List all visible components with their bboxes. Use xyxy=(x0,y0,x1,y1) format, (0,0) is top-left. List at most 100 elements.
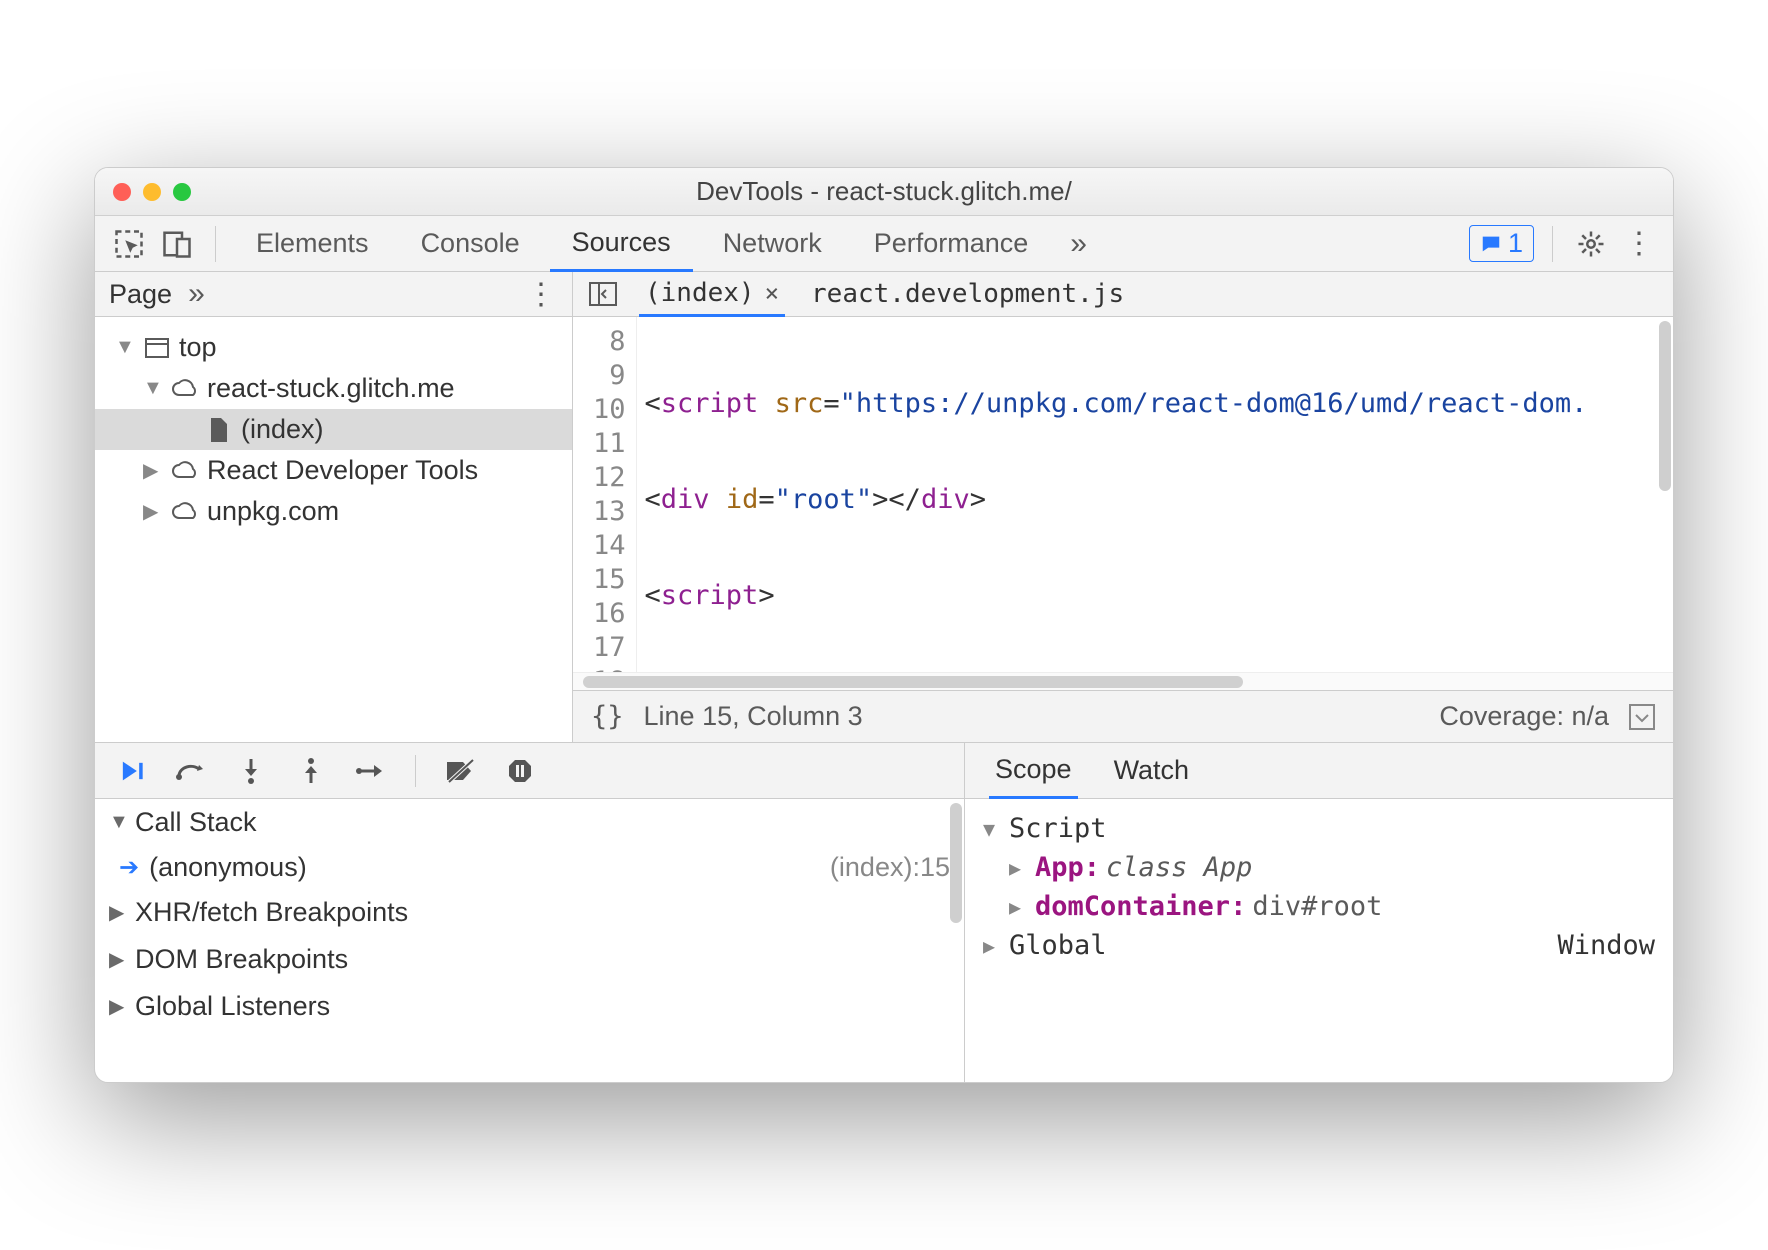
line-number[interactable]: 18 xyxy=(593,665,626,672)
disclosure-triangle-icon[interactable]: ▶ xyxy=(109,994,129,1019)
messages-badge[interactable]: 1 xyxy=(1469,225,1534,262)
disclosure-triangle-icon[interactable]: ▶ xyxy=(143,458,163,483)
code-line: <script src="https://unpkg.com/react-dom… xyxy=(645,387,1673,421)
pretty-print-icon[interactable]: {} xyxy=(591,701,624,732)
line-number[interactable]: 8 xyxy=(593,325,626,359)
devtools-window: DevTools - react-stuck.glitch.me/ Elemen… xyxy=(94,167,1674,1083)
scrollbar-thumb[interactable] xyxy=(583,676,1243,688)
line-number[interactable]: 11 xyxy=(593,427,626,461)
kebab-menu-icon[interactable]: ⋮ xyxy=(1619,226,1659,261)
disclosure-triangle-icon[interactable]: ▼ xyxy=(115,336,135,359)
tab-watch[interactable]: Watch xyxy=(1108,743,1196,799)
disclosure-triangle-icon[interactable]: ▶ xyxy=(983,934,1003,958)
editor-tab-label: react.development.js xyxy=(811,279,1124,309)
step-over-button[interactable] xyxy=(175,755,207,787)
disclosure-triangle-icon[interactable]: ▼ xyxy=(983,817,1003,841)
call-stack-label: Call Stack xyxy=(135,807,257,838)
frame-name: (anonymous) xyxy=(149,852,307,883)
tree-row-origin[interactable]: ▼ react-stuck.glitch.me xyxy=(95,368,572,409)
scope-section-script[interactable]: ▼ Script xyxy=(983,809,1655,848)
line-number[interactable]: 10 xyxy=(593,393,626,427)
line-gutter[interactable]: 8 9 10 11 12 13 14 15 16 17 18 xyxy=(573,317,637,672)
scope-prop-value: class App xyxy=(1106,852,1252,883)
navigator-page-tab[interactable]: Page xyxy=(109,279,172,310)
line-number[interactable]: 12 xyxy=(593,461,626,495)
line-number[interactable]: 13 xyxy=(593,495,626,529)
editor-tabs: (index) × react.development.js xyxy=(573,272,1673,317)
tree-row-file[interactable]: (index) xyxy=(95,409,572,450)
tab-elements[interactable]: Elements xyxy=(234,216,391,272)
tree-row-extension[interactable]: ▶ React Developer Tools xyxy=(95,450,572,491)
settings-icon[interactable] xyxy=(1571,229,1611,259)
line-number[interactable]: 16 xyxy=(593,597,626,631)
toggle-navigator-icon[interactable] xyxy=(587,282,619,306)
navigator-header: Page » ⋮ xyxy=(95,272,572,317)
tree-label: React Developer Tools xyxy=(207,455,478,486)
step-into-button[interactable] xyxy=(235,755,267,787)
disclosure-triangle-icon[interactable]: ▶ xyxy=(109,947,129,972)
call-stack-header[interactable]: ▼ Call Stack xyxy=(95,799,964,846)
tree-row-origin-2[interactable]: ▶ unpkg.com xyxy=(95,491,572,532)
editor-tab-react[interactable]: react.development.js xyxy=(805,279,1130,309)
editor-tab-index[interactable]: (index) × xyxy=(639,272,785,317)
step-out-button[interactable] xyxy=(295,755,327,787)
device-toggle-icon[interactable] xyxy=(157,229,197,259)
separator xyxy=(415,755,416,787)
navigator-more-icon[interactable]: ⋮ xyxy=(526,277,558,312)
code-area[interactable]: 8 9 10 11 12 13 14 15 16 17 18 <script s… xyxy=(573,317,1673,672)
navigator-sidebar: Page » ⋮ ▼ top ▼ react-stuck.glitch.me xyxy=(95,272,573,742)
disclosure-triangle-icon[interactable]: ▶ xyxy=(109,900,129,925)
titlebar: DevTools - react-stuck.glitch.me/ xyxy=(95,168,1673,216)
tree-row-top[interactable]: ▼ top xyxy=(95,327,572,368)
resume-button[interactable] xyxy=(115,755,147,787)
cursor-position: Line 15, Column 3 xyxy=(644,701,863,732)
coverage-label: Coverage: n/a xyxy=(1439,701,1609,732)
disclosure-triangle-icon[interactable]: ▼ xyxy=(143,377,163,400)
code-line: <script> xyxy=(645,579,1673,613)
cloud-icon xyxy=(171,500,199,524)
disclosure-triangle-icon[interactable]: ▶ xyxy=(1009,895,1029,919)
line-number[interactable]: 17 xyxy=(593,631,626,665)
dom-breakpoints-header[interactable]: ▶ DOM Breakpoints xyxy=(95,936,964,983)
tab-scope[interactable]: Scope xyxy=(989,743,1078,799)
scope-label: Script xyxy=(1009,813,1107,844)
inspect-element-icon[interactable] xyxy=(109,229,149,259)
horizontal-scrollbar[interactable] xyxy=(573,672,1673,690)
tab-sources[interactable]: Sources xyxy=(550,216,693,272)
scope-label: Global xyxy=(1009,930,1107,961)
deactivate-breakpoints-button[interactable] xyxy=(444,755,476,787)
tabs-overflow-button[interactable]: » xyxy=(1058,227,1099,261)
editor-scrollbar[interactable] xyxy=(1659,321,1671,501)
line-number[interactable]: 14 xyxy=(593,529,626,563)
close-tab-icon[interactable]: × xyxy=(765,279,779,307)
scope-section-global[interactable]: ▶ Global Window xyxy=(983,926,1655,965)
debugger-panel: ▼ Call Stack ➔ (anonymous) (index):15 ▶ … xyxy=(95,742,1673,1082)
line-number[interactable]: 9 xyxy=(593,359,626,393)
scope-prop-name: domContainer: xyxy=(1035,891,1246,922)
disclosure-triangle-icon[interactable]: ▶ xyxy=(1009,856,1029,880)
xhr-breakpoints-header[interactable]: ▶ XHR/fetch Breakpoints xyxy=(95,889,964,936)
code-lines: <script src="https://unpkg.com/react-dom… xyxy=(637,317,1673,672)
line-number[interactable]: 15 xyxy=(593,563,626,597)
disclosure-triangle-icon[interactable]: ▶ xyxy=(143,499,163,524)
tab-network[interactable]: Network xyxy=(701,216,844,272)
tree-label: react-stuck.glitch.me xyxy=(207,373,455,404)
sources-main: Page » ⋮ ▼ top ▼ react-stuck.glitch.me xyxy=(95,272,1673,742)
code-line: <div id="root"></div> xyxy=(645,483,1673,517)
scope-property-row[interactable]: ▶ App: class App xyxy=(983,848,1655,887)
debugger-scrollbar[interactable] xyxy=(950,803,962,933)
scope-panel: Scope Watch ▼ Script ▶ App: class App ▶ … xyxy=(965,743,1673,1082)
editor-tab-label: (index) xyxy=(645,278,755,308)
disclosure-triangle-icon[interactable]: ▼ xyxy=(109,811,129,834)
tab-performance[interactable]: Performance xyxy=(852,216,1051,272)
navigator-tabs-overflow[interactable]: » xyxy=(172,277,213,311)
call-stack-frame[interactable]: ➔ (anonymous) (index):15 xyxy=(95,846,964,889)
show-more-icon[interactable] xyxy=(1629,704,1655,730)
pause-on-exceptions-button[interactable] xyxy=(504,755,536,787)
tab-console[interactable]: Console xyxy=(399,216,542,272)
scope-property-row[interactable]: ▶ domContainer: div#root xyxy=(983,887,1655,926)
global-listeners-header[interactable]: ▶ Global Listeners xyxy=(95,983,964,1030)
step-button[interactable] xyxy=(355,755,387,787)
current-frame-icon: ➔ xyxy=(119,853,139,882)
frame-icon xyxy=(143,336,171,360)
